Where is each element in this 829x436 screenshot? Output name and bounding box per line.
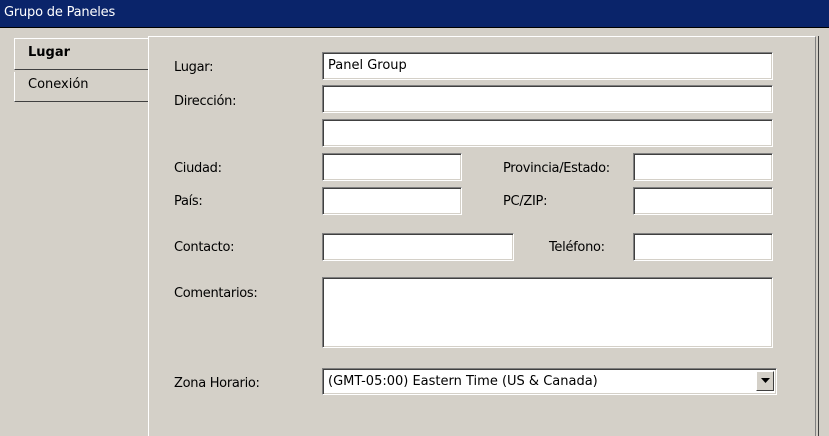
provincia-field[interactable] [633,153,773,181]
pais-field[interactable] [322,187,462,215]
direccion-line2-field[interactable] [322,119,773,147]
comentarios-label: Comentarios: [174,286,258,301]
zip-label: PC/ZIP: [503,194,548,209]
zona-label: Zona Horario: [174,376,260,391]
zona-select-value: (GMT-05:00) Eastern Time (US & Canada) [328,374,598,389]
pais-label: País: [174,194,203,209]
telefono-field[interactable] [633,233,773,261]
ciudad-field[interactable] [322,153,462,181]
window-titlebar: Grupo de Paneles [0,0,829,28]
chevron-down-icon [761,378,770,383]
lugar-field[interactable]: Panel Group [322,52,773,80]
lugar-label: Lugar: [174,60,214,75]
zip-field[interactable] [633,187,773,215]
direccion-label: Dirección: [174,94,237,109]
tab-conexion-label: Conexión [28,77,89,92]
tab-conexion[interactable]: Conexión [14,72,148,102]
tab-lugar[interactable]: Lugar [14,38,148,70]
direccion-line1-field[interactable] [322,85,773,113]
telefono-label: Teléfono: [549,240,605,255]
provincia-label: Provincia/Estado: [503,161,610,176]
comentarios-field[interactable] [322,277,773,348]
panel-border [818,36,819,436]
tab-lugar-label: Lugar [28,45,71,60]
contacto-field[interactable] [322,233,514,261]
contacto-label: Contacto: [174,240,235,255]
zona-select[interactable]: (GMT-05:00) Eastern Time (US & Canada) [322,368,777,395]
zona-dropdown-button[interactable] [756,371,774,391]
ciudad-label: Ciudad: [174,161,222,176]
window-title: Grupo de Paneles [4,5,116,20]
